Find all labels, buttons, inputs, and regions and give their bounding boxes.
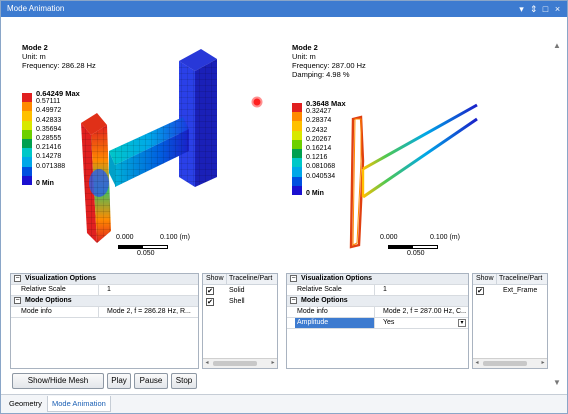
left-show-panel: Show Traceline/Part ✔ Solid ✔ Shell ◂ ▸ (202, 273, 278, 369)
left-legend-value: 0.071388 (36, 162, 66, 170)
right-show-item-label: Ext_Frame (503, 287, 538, 294)
right-show-hscrollbar[interactable]: ◂ ▸ (473, 358, 547, 368)
right-amplitude-label: Amplitude (295, 318, 375, 328)
right-mode-info-row[interactable]: Mode info Mode 2, f = 287.00 Hz, C... (287, 307, 468, 318)
collapse-icon[interactable]: − (290, 275, 297, 282)
left-unit: Unit: m (22, 52, 46, 61)
left-vis-options-label: Visualization Options (25, 275, 97, 282)
right-part-col: Traceline/Part (496, 274, 542, 284)
left-legend-min: 0 Min (36, 180, 54, 187)
right-legend-value: 0.28374 (306, 117, 332, 125)
left-mode-info-value[interactable]: Mode 2, f = 286.28 Hz, R... (105, 307, 196, 317)
right-mode-info-value[interactable]: Mode 2, f = 287.00 Hz, C... (381, 307, 466, 317)
left-scale-mid: 0.050 (137, 250, 155, 257)
left-show-header: Show Traceline/Part (203, 274, 277, 285)
left-show-item-shell[interactable]: ✔ Shell (203, 297, 277, 307)
right-legend-value: 0.16214 (306, 145, 332, 152)
left-mode-options-header[interactable]: − Mode Options (11, 296, 198, 307)
right-mode-info-label: Mode info (295, 307, 375, 317)
right-plate-mesh (179, 49, 217, 187)
left-legend-value: 0.21416 (36, 144, 62, 152)
tab-mode-animation[interactable]: Mode Animation (47, 396, 111, 412)
right-mode-title: Mode 2 (292, 43, 318, 52)
right-amplitude-row[interactable]: Amplitude Yes ▾ (287, 318, 468, 329)
right-property-grid: − Visualization Options Relative Scale 1… (286, 273, 469, 369)
checkbox-icon[interactable]: ✔ (476, 287, 484, 295)
bottom-tabs: Geometry Mode Animation (1, 394, 567, 413)
collapse-icon[interactable]: − (290, 297, 297, 304)
right-show-header: Show Traceline/Part (473, 274, 547, 285)
left-show-hscrollbar[interactable]: ◂ ▸ (203, 358, 277, 368)
left-scale-zero: 0.000 (116, 234, 134, 241)
pause-button[interactable]: Pause (134, 373, 168, 389)
right-legend-value: 0.32427 (306, 108, 332, 116)
right-relative-scale-label: Relative Scale (295, 285, 375, 295)
left-frequency: Frequency: 286.28 Hz (22, 61, 96, 70)
chevron-down-icon[interactable]: ▾ (458, 319, 466, 327)
stop-button[interactable]: Stop (171, 373, 197, 389)
right-show-item-ext-frame[interactable]: ✔ Ext_Frame (473, 286, 547, 296)
tab-geometry[interactable]: Geometry (5, 396, 46, 412)
collapse-icon[interactable]: − (14, 275, 21, 282)
right-legend-value: 0.2432 (306, 126, 328, 134)
right-mode-info: Mode 2 Unit: m Frequency: 287.00 Hz Damp… (292, 43, 366, 79)
right-scale-mid: 0.050 (407, 250, 425, 257)
checkbox-icon[interactable]: ✔ (206, 287, 214, 295)
right-damping: Damping: 4.98 % (292, 70, 350, 79)
left-mode-title: Mode 2 (22, 43, 48, 52)
left-legend-value: 0.14278 (36, 153, 62, 161)
play-button[interactable]: Play (107, 373, 131, 389)
beam-mesh (109, 117, 189, 187)
left-plate-mesh (81, 113, 111, 243)
left-mode-info-row[interactable]: Mode info Mode 2, f = 286.28 Hz, R... (11, 307, 198, 318)
right-unit: Unit: m (292, 52, 316, 61)
mode-animation-window: Mode Animation ▾ ⇕ □ × ▲ ▼ Mode 2 Unit: … (0, 0, 568, 414)
left-relative-scale-row[interactable]: Relative Scale 1 (11, 285, 198, 296)
left-show-col: Show (206, 275, 224, 282)
right-scale-right: 0.100 (m) (430, 234, 460, 241)
left-legend-value: 0.35694 (36, 125, 62, 133)
left-legend-band (22, 175, 32, 186)
collapse-icon[interactable]: − (14, 297, 21, 304)
right-legend-value: 0.081068 (306, 163, 336, 171)
left-legend-value: 0.57111 (36, 98, 61, 106)
checkbox-icon[interactable]: ✔ (206, 298, 214, 306)
left-vis-options-header[interactable]: − Visualization Options (11, 274, 198, 285)
left-mode-info: Mode 2 Unit: m Frequency: 286.28 Hz (22, 43, 96, 70)
right-legend-band (292, 185, 302, 196)
left-relative-scale-value[interactable]: 1 (105, 285, 196, 295)
right-show-col: Show (476, 275, 494, 282)
left-mode-info-label: Mode info (19, 307, 99, 317)
right-legend-value: 0.20267 (306, 135, 332, 143)
right-legend-min: 0 Min (306, 190, 324, 197)
right-legend-value: 0.040534 (306, 172, 336, 180)
right-mode-options-label: Mode Options (301, 297, 348, 304)
left-relative-scale-label: Relative Scale (19, 285, 99, 295)
cursor-indicator-icon (251, 96, 263, 108)
left-mode-options-label: Mode Options (25, 297, 72, 304)
right-show-panel: Show Traceline/Part ✔ Ext_Frame ◂ ▸ (472, 273, 548, 369)
left-legend-value: 0.28555 (36, 135, 62, 142)
left-show-item-label: Solid (229, 287, 245, 294)
right-legend-max: 0.3648 Max (306, 99, 346, 108)
right-relative-scale-value[interactable]: 1 (381, 285, 466, 295)
right-vis-options-label: Visualization Options (301, 275, 373, 282)
left-show-item-label: Shell (229, 298, 245, 305)
left-legend-value: 0.49972 (36, 107, 62, 115)
frame-traceline (349, 103, 478, 249)
right-scale-zero: 0.000 (380, 234, 398, 241)
right-legend-value: 0.1216 (306, 154, 328, 162)
left-show-item-solid[interactable]: ✔ Solid (203, 286, 277, 296)
left-property-grid: − Visualization Options Relative Scale 1… (10, 273, 199, 369)
left-part-col: Traceline/Part (226, 274, 272, 284)
left-legend-max: 0.64249 Max (36, 89, 80, 98)
show-hide-mesh-button[interactable]: Show/Hide Mesh (12, 373, 104, 389)
right-relative-scale-row[interactable]: Relative Scale 1 (287, 285, 468, 296)
left-legend-value: 0.42833 (36, 116, 62, 124)
right-mode-options-header[interactable]: − Mode Options (287, 296, 468, 307)
right-vis-options-header[interactable]: − Visualization Options (287, 274, 468, 285)
right-amplitude-select[interactable]: Yes (381, 318, 456, 328)
left-scale-right: 0.100 (m) (160, 234, 190, 241)
right-frequency: Frequency: 287.00 Hz (292, 61, 366, 70)
